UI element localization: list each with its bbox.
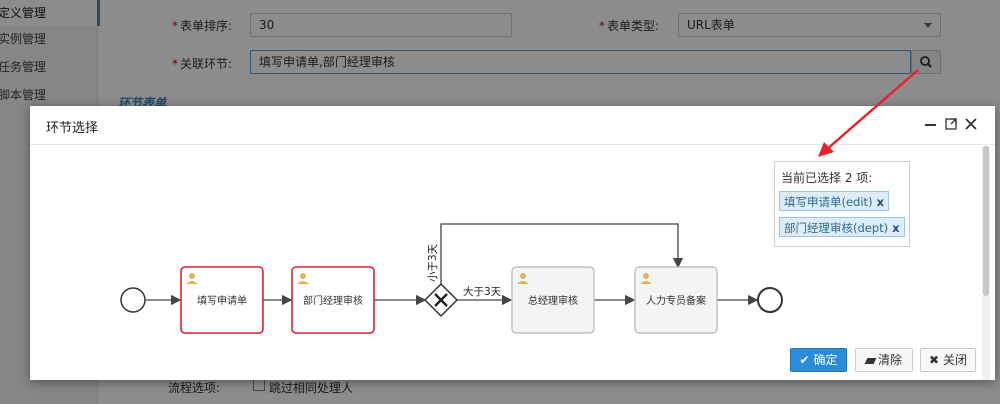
task-node-hr[interactable]: 人力专员备案 [634, 266, 718, 334]
edge-label-less: 小于3天 [427, 243, 439, 282]
exclusive-gateway[interactable] [423, 282, 459, 318]
node-select-dialog: 环节选择 小于3天 大于3天 填写申请单 部门经理审核 总经理审核 人力专员备案… [30, 106, 995, 380]
close-x-icon: ✖ [929, 353, 940, 367]
task-label-hr: 人力专员备案 [646, 294, 706, 307]
dialog-scrollbar[interactable] [982, 144, 990, 380]
edge-label-greater: 大于3天 [463, 285, 502, 298]
close-button[interactable]: ✖ 关闭 [920, 348, 976, 372]
confirm-button[interactable]: ✔ 确定 [790, 348, 847, 372]
close-icon[interactable] [963, 116, 979, 132]
selected-tag-edit: 填写申请单(edit) x [779, 191, 889, 211]
dialog-title: 环节选择 [46, 121, 99, 136]
task-label-fill: 填写申请单 [197, 294, 247, 307]
eraser-icon [864, 358, 877, 364]
maximize-icon[interactable] [943, 116, 959, 132]
minimize-icon[interactable] [923, 116, 939, 132]
check-icon: ✔ [799, 353, 810, 367]
start-event[interactable] [120, 287, 146, 313]
scroll-thumb[interactable] [983, 146, 989, 296]
remove-tag-button[interactable]: x [892, 221, 899, 235]
clear-label: 清除 [877, 353, 902, 367]
task-node-fill[interactable]: 填写申请单 [180, 266, 264, 334]
confirm-label: 确定 [813, 353, 838, 367]
end-event[interactable] [757, 287, 783, 313]
task-node-dept[interactable]: 部门经理审核 [291, 266, 375, 334]
clear-button[interactable]: 清除 [855, 348, 913, 372]
selection-panel: 当前已选择 2 项: 填写申请单(edit) x 部门经理审核(dept) x [774, 161, 910, 247]
tag-label: 部门经理审核(dept) [784, 221, 889, 235]
task-label-gm: 总经理审核 [528, 294, 578, 307]
remove-tag-button[interactable]: x [877, 195, 884, 209]
selection-count: 当前已选择 2 项: [781, 171, 873, 185]
selected-tag-dept: 部门经理审核(dept) x [779, 217, 905, 237]
tag-label: 填写申请单(edit) [784, 195, 873, 209]
close-label: 关闭 [942, 353, 967, 367]
task-label-dept: 部门经理审核 [303, 294, 363, 307]
dialog-header: 环节选择 [30, 106, 995, 145]
task-node-gm[interactable]: 总经理审核 [511, 266, 595, 334]
